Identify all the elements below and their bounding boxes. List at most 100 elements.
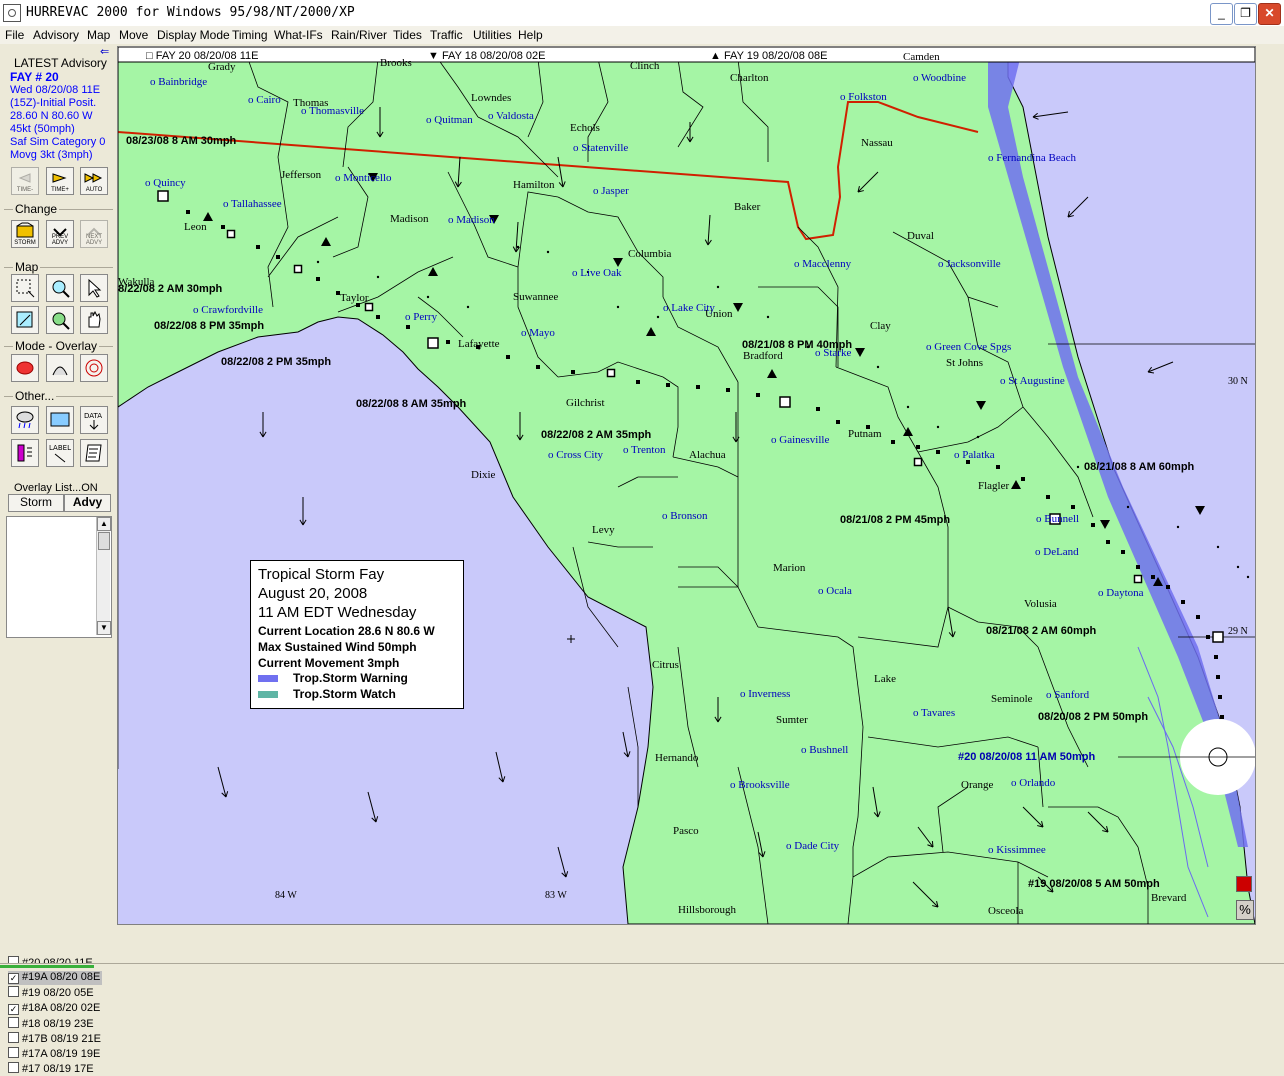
time-minus-button[interactable]: TIME- — [11, 167, 39, 195]
advisory-line: 28.60 N 80.60 W — [10, 110, 93, 122]
wind-arrow — [217, 766, 227, 798]
track-dot — [536, 365, 540, 369]
town-label: o Statenville — [573, 142, 628, 154]
track-dot — [891, 440, 895, 444]
track-dot — [1121, 550, 1125, 554]
overlay-swath-icon[interactable] — [46, 354, 74, 382]
percent-button[interactable]: % — [1236, 900, 1254, 920]
county-label: Brooks — [380, 57, 412, 69]
county-label: Bradford — [743, 350, 783, 362]
overlay-checkbox[interactable] — [8, 1016, 19, 1028]
town-label: o Bushnell — [801, 744, 848, 756]
track-label: 08/22/08 8 PM 35mph — [154, 320, 264, 332]
overlay-checkbox[interactable] — [8, 1062, 19, 1074]
overlay-checkbox[interactable] — [8, 1032, 19, 1043]
map-extent-icon[interactable] — [11, 306, 39, 334]
menu-tides[interactable]: Tides — [393, 28, 422, 42]
overlay-list-item[interactable]: #17B 08/19 21E — [8, 1032, 102, 1046]
map-zoom-icon[interactable] — [46, 274, 74, 302]
map-pointer-icon[interactable] — [80, 274, 108, 302]
overlay-checkbox[interactable]: ✓ — [8, 1003, 19, 1015]
label-button[interactable]: LABEL — [46, 439, 74, 467]
map-canvas[interactable]: □ FAY 20 08/20/08 11E ▼ FAY 18 08/20/08 0… — [117, 46, 1256, 925]
overlay-list-item[interactable]: #19 08/20 05E — [8, 986, 102, 1000]
time-plus-button[interactable]: TIME+ — [46, 167, 74, 195]
menu-file[interactable]: File — [5, 28, 24, 42]
wind-arrow — [1032, 111, 1069, 118]
rain-cloud-icon[interactable] — [11, 406, 39, 434]
town-label: o Palatka — [954, 449, 995, 461]
storm-id: FAY # 20 — [10, 70, 59, 84]
county-label: Charlton — [730, 72, 769, 84]
overlay-checkbox[interactable] — [8, 986, 19, 998]
map-select-icon[interactable] — [11, 274, 39, 302]
track-dot — [666, 383, 670, 387]
track-dot — [1046, 495, 1050, 499]
scroll-thumb[interactable] — [98, 532, 110, 550]
track-label: 08/22/08 2 PM 35mph — [221, 356, 331, 368]
track-dot — [726, 388, 730, 392]
overlay-scrollbar[interactable]: ▲ ▼ — [96, 517, 111, 635]
menu-what-ifs[interactable]: What-IFs — [274, 28, 323, 42]
app-icon[interactable] — [3, 4, 21, 22]
overlay-list-section: Overlay List...ON Storm Advy #20 08/20 1… — [4, 482, 113, 1075]
track-dot — [936, 450, 940, 454]
menu-help[interactable]: Help — [518, 28, 543, 42]
legend-title: Tropical Storm Fay — [258, 566, 385, 583]
auto-button[interactable]: AUTO — [80, 167, 108, 195]
menu-utilities[interactable]: Utilities — [473, 28, 512, 42]
minimize-button[interactable]: _ — [1210, 3, 1233, 25]
town-label: o Brooksville — [730, 779, 790, 791]
map-zoom-out-icon[interactable] — [46, 306, 74, 334]
track-dot — [1021, 477, 1025, 481]
tide-gauge-icon[interactable] — [11, 439, 39, 467]
menu-traffic[interactable]: Traffic — [430, 28, 463, 42]
latest-advisory-label: LATEST Advisory — [14, 56, 107, 70]
display-panel-icon[interactable] — [46, 406, 74, 434]
menu-display-mode[interactable]: Display Mode — [157, 28, 230, 42]
county-label: Clinch — [630, 60, 660, 72]
overlay-list-item[interactable]: ✓ #18A 08/20 02E — [8, 1002, 102, 1016]
county-boundary — [627, 686, 639, 807]
prev-advy-button[interactable]: PREV ADVY — [46, 220, 74, 248]
menu-bar: File Advisory Map Move Display Mode Timi… — [0, 26, 1284, 44]
advisory-square — [1133, 574, 1143, 584]
menu-timing[interactable]: Timing — [232, 28, 268, 42]
menu-advisory[interactable]: Advisory — [33, 28, 79, 42]
notepad-icon[interactable] — [80, 439, 108, 467]
overlay-storm-tab[interactable]: Storm — [8, 494, 64, 512]
data-button[interactable]: DATA — [80, 406, 108, 434]
menu-map[interactable]: Map — [87, 28, 110, 42]
overlay-checkbox[interactable]: ✓ — [8, 973, 19, 985]
track-dot — [1151, 575, 1155, 579]
close-button[interactable]: ✕ — [1258, 3, 1281, 25]
scroll-up-icon[interactable]: ▲ — [97, 517, 111, 531]
overlay-list-item[interactable]: #17A 08/19 19E — [8, 1047, 102, 1061]
menu-rain-river[interactable]: Rain/River — [331, 28, 387, 42]
next-advy-button[interactable]: NEXT ADVY — [80, 220, 108, 248]
menu-move[interactable]: Move — [119, 28, 148, 42]
overlay-checkbox[interactable] — [8, 1047, 19, 1059]
track-label: 08/20/08 2 PM 50mph — [1038, 711, 1148, 723]
track-label: #20 08/20/08 11 AM 50mph — [958, 751, 1095, 763]
overlay-advy-tab[interactable]: Advy — [64, 494, 111, 512]
overlay-list-item[interactable]: #17 08/19 17E — [8, 1062, 102, 1076]
county-label: Baker — [734, 201, 761, 213]
watch-swatch — [258, 691, 278, 698]
scroll-down-icon[interactable]: ▼ — [97, 621, 111, 635]
overlay-target-icon[interactable] — [80, 354, 108, 382]
wind-arrow — [557, 846, 567, 878]
storm-button[interactable]: STORM — [11, 220, 39, 248]
overlay-list-item[interactable]: ✓ #19A 08/20 08E — [8, 971, 102, 986]
key-entry: ▼ FAY 18 08/20/08 02E — [428, 50, 546, 62]
track-dot — [256, 245, 260, 249]
overlay-list-item[interactable]: #18 08/19 23E — [8, 1016, 102, 1031]
maximize-button[interactable]: ❐ — [1234, 3, 1257, 25]
map-pan-hand-icon[interactable] — [80, 306, 108, 334]
advisory-line: (15Z)-Initial Posit. — [10, 97, 97, 109]
track-label: 08/22/08 2 AM 35mph — [541, 429, 652, 441]
overlay-storm-icon[interactable] — [11, 354, 39, 382]
county-label: Nassau — [861, 137, 893, 149]
map-option-button[interactable] — [1236, 876, 1252, 892]
track-point — [426, 295, 430, 299]
